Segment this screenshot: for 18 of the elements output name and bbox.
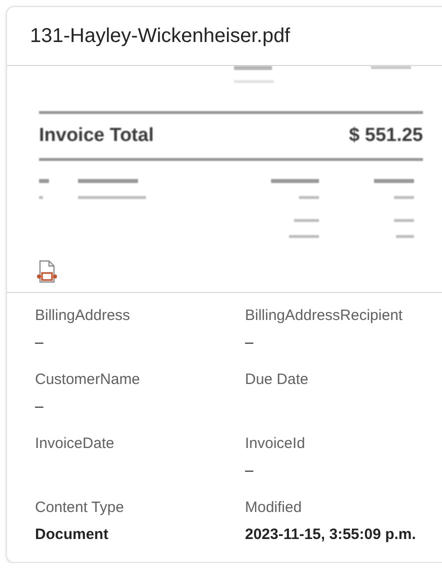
file-name: 131-Hayley-Wickenheiser.pdf — [30, 24, 290, 48]
field-value: – — [35, 334, 44, 353]
field-label: Due Date — [245, 371, 310, 390]
invoice-total-label: Invoice Total — [39, 125, 154, 147]
field-value: – — [245, 462, 254, 481]
field-label: InvoiceDate — [35, 435, 116, 454]
field-label: Modified — [245, 499, 303, 518]
field-label: CustomerName — [35, 371, 142, 390]
invoice-total-amount: $ 551.25 — [349, 125, 423, 147]
field-label: InvoiceId — [245, 435, 306, 454]
field-label: Content Type — [35, 499, 125, 518]
field-label: BillingAddress — [35, 307, 132, 326]
field-value: – — [245, 334, 254, 353]
field-label: BillingAddressRecipient — [245, 307, 404, 326]
field-value: 2023-11-15, 3:55:09 p.m. — [245, 526, 417, 545]
pdf-file-icon — [36, 260, 58, 284]
field-value: – — [35, 398, 44, 417]
field-value: Document — [35, 526, 110, 545]
